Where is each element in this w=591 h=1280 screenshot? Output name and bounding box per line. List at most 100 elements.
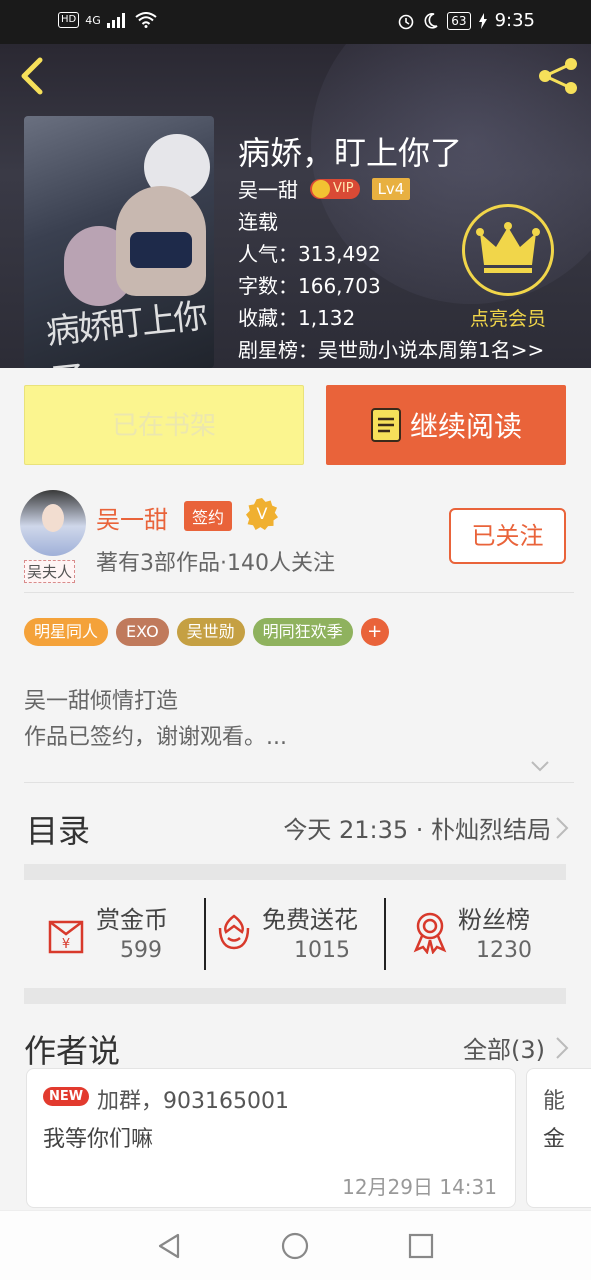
nav-home-icon[interactable] <box>280 1231 310 1261</box>
book-author[interactable]: 吴一甜 <box>238 174 298 203</box>
tag-item[interactable]: EXO <box>116 618 169 646</box>
book-status: 连载 <box>238 210 278 234</box>
flower-icon <box>218 914 250 950</box>
description-line: 吴一甜倾情打造 <box>24 689 179 714</box>
catalog-row[interactable]: 目录 今天 21:35 · 朴灿烈结局 <box>0 798 591 856</box>
ranking-label: 剧星榜： <box>238 338 318 362</box>
vip-badge-label: VIP <box>333 181 354 196</box>
stat-separator <box>384 898 386 970</box>
divider <box>24 782 574 783</box>
description-line: 作品已签约，谢谢观看。... <box>24 725 287 750</box>
author-note-card[interactable]: 能 金 <box>526 1068 591 1208</box>
popularity-value: 313,492 <box>298 242 381 266</box>
avatar-face <box>42 504 64 532</box>
cover-figure-masked <box>116 186 206 296</box>
battery-indicator: 63 <box>447 11 471 30</box>
hd-badge: HD <box>58 12 80 28</box>
moon-icon <box>424 12 438 29</box>
latest-chapter: 今天 21:35 · 朴灿烈结局 <box>283 816 551 844</box>
crown-icon <box>312 179 330 198</box>
note-line: 加群，903165001 <box>97 1089 289 1114</box>
wifi-icon <box>135 12 157 28</box>
tag-item[interactable]: 明星同人 <box>24 618 109 646</box>
favorites-line: 收藏：1,132 <box>238 302 355 331</box>
author-note-card[interactable]: NEW 加群，903165001 我等你们嘛 12月29日 14:31 <box>26 1068 516 1208</box>
tag-list: 明星同人 EXO 吴世勋 明同狂欢季 + <box>24 618 389 646</box>
clock: 9:35 <box>494 10 535 31</box>
note-time: 12月29日 14:31 <box>342 1175 497 1199</box>
alarm-icon <box>398 14 414 29</box>
system-navigation-bar <box>0 1210 591 1280</box>
words-label: 字数： <box>238 274 298 298</box>
chevron-right-icon[interactable] <box>555 1036 569 1060</box>
status-left: HD 4G <box>58 12 157 28</box>
cover-title-art: 病娇盯上你了 <box>44 296 208 368</box>
expand-description-button[interactable] <box>530 756 550 776</box>
free-flower-value: 1015 <box>294 938 350 963</box>
author-name[interactable]: 吴一甜 <box>96 500 168 535</box>
vip-badge: VIP <box>310 178 360 199</box>
status-right: 63 9:35 <box>397 10 535 31</box>
favorites-value: 1,132 <box>298 306 356 330</box>
level-badge: Lv4 <box>371 177 411 200</box>
network-label: 4G <box>85 13 101 27</box>
catalog-title: 目录 <box>26 812 91 850</box>
signal-icon <box>106 13 125 28</box>
red-envelope-icon: ¥ <box>48 920 84 954</box>
note-line: 我等你们嘛 <box>43 1127 154 1152</box>
followed-button[interactable]: 已关注 <box>449 508 566 564</box>
medal-icon <box>413 912 447 954</box>
divider <box>24 592 574 593</box>
add-tag-button[interactable]: + <box>360 618 389 646</box>
back-arrow-icon <box>21 57 43 95</box>
fan-ranking-value: 1230 <box>476 938 532 963</box>
vip-member-label[interactable]: 点亮会员 <box>462 304 554 331</box>
ranking-value: 吴世勋小说本周第1名>> <box>318 338 545 362</box>
author-stats: 著有3部作品·140人关注 <box>96 551 335 576</box>
book-cover[interactable]: 病娇盯上你了 <box>24 116 214 368</box>
charging-icon <box>478 12 487 29</box>
words-line: 字数：166,703 <box>238 270 381 299</box>
book-header: 病娇盯上你了 病娇，盯上你了 吴一甜 VIP Lv4 连载 人气：313,492… <box>0 44 591 368</box>
back-button[interactable] <box>12 54 52 98</box>
popularity-label: 人气： <box>238 242 298 266</box>
book-description: 吴一甜倾情打造 作品已签约，谢谢观看。... <box>24 684 287 756</box>
chevron-right-icon <box>556 817 569 839</box>
fan-ranking-button[interactable]: 粉丝榜 1230 <box>410 898 560 970</box>
crown-icon <box>476 222 540 273</box>
share-icon <box>539 58 577 94</box>
share-button[interactable] <box>535 54 581 98</box>
fan-ranking-label: 粉丝榜 <box>458 906 530 934</box>
on-shelf-button[interactable]: 已在书架 <box>24 385 304 465</box>
author-says-all-link[interactable]: 全部(3) <box>463 1030 545 1065</box>
tag-item[interactable]: 明同狂欢季 <box>252 618 353 646</box>
reward-coin-value: 599 <box>120 938 162 963</box>
nav-back-icon[interactable] <box>154 1231 184 1261</box>
chevron-down-icon <box>531 761 549 772</box>
ranking-line[interactable]: 剧星榜：吴世勋小说本周第1名>> <box>238 334 544 363</box>
avatar-tag: 吴夫人 <box>24 560 76 583</box>
book-title: 病娇，盯上你了 <box>238 134 463 172</box>
book-author-row: 吴一甜 VIP Lv4 <box>238 174 411 203</box>
continue-reading-button[interactable]: 继续阅读 <box>326 385 566 465</box>
note-line: 能 <box>543 1089 566 1114</box>
new-badge: NEW <box>43 1087 90 1106</box>
popularity-line: 人气：313,492 <box>238 238 381 267</box>
verified-v-icon: V <box>246 498 278 530</box>
continue-reading-label: 继续阅读 <box>409 410 522 443</box>
book-icon <box>370 408 401 442</box>
free-flower-label: 免费送花 <box>262 906 358 934</box>
author-avatar[interactable] <box>20 490 86 556</box>
svg-text:¥: ¥ <box>62 937 70 952</box>
author-says-title: 作者说 <box>24 1032 121 1070</box>
vip-member-button[interactable] <box>462 204 554 296</box>
cover-mask <box>130 232 192 268</box>
reward-coin-button[interactable]: ¥ 赏金币 599 <box>44 898 194 970</box>
note-line: 金 <box>543 1127 566 1152</box>
nav-recents-icon[interactable] <box>406 1231 436 1261</box>
tag-item[interactable]: 吴世勋 <box>176 618 245 646</box>
signed-badge: 签约 <box>184 501 233 531</box>
stat-separator <box>204 898 206 970</box>
words-value: 166,703 <box>298 274 381 298</box>
free-flower-button[interactable]: 免费送花 1015 <box>216 898 380 970</box>
